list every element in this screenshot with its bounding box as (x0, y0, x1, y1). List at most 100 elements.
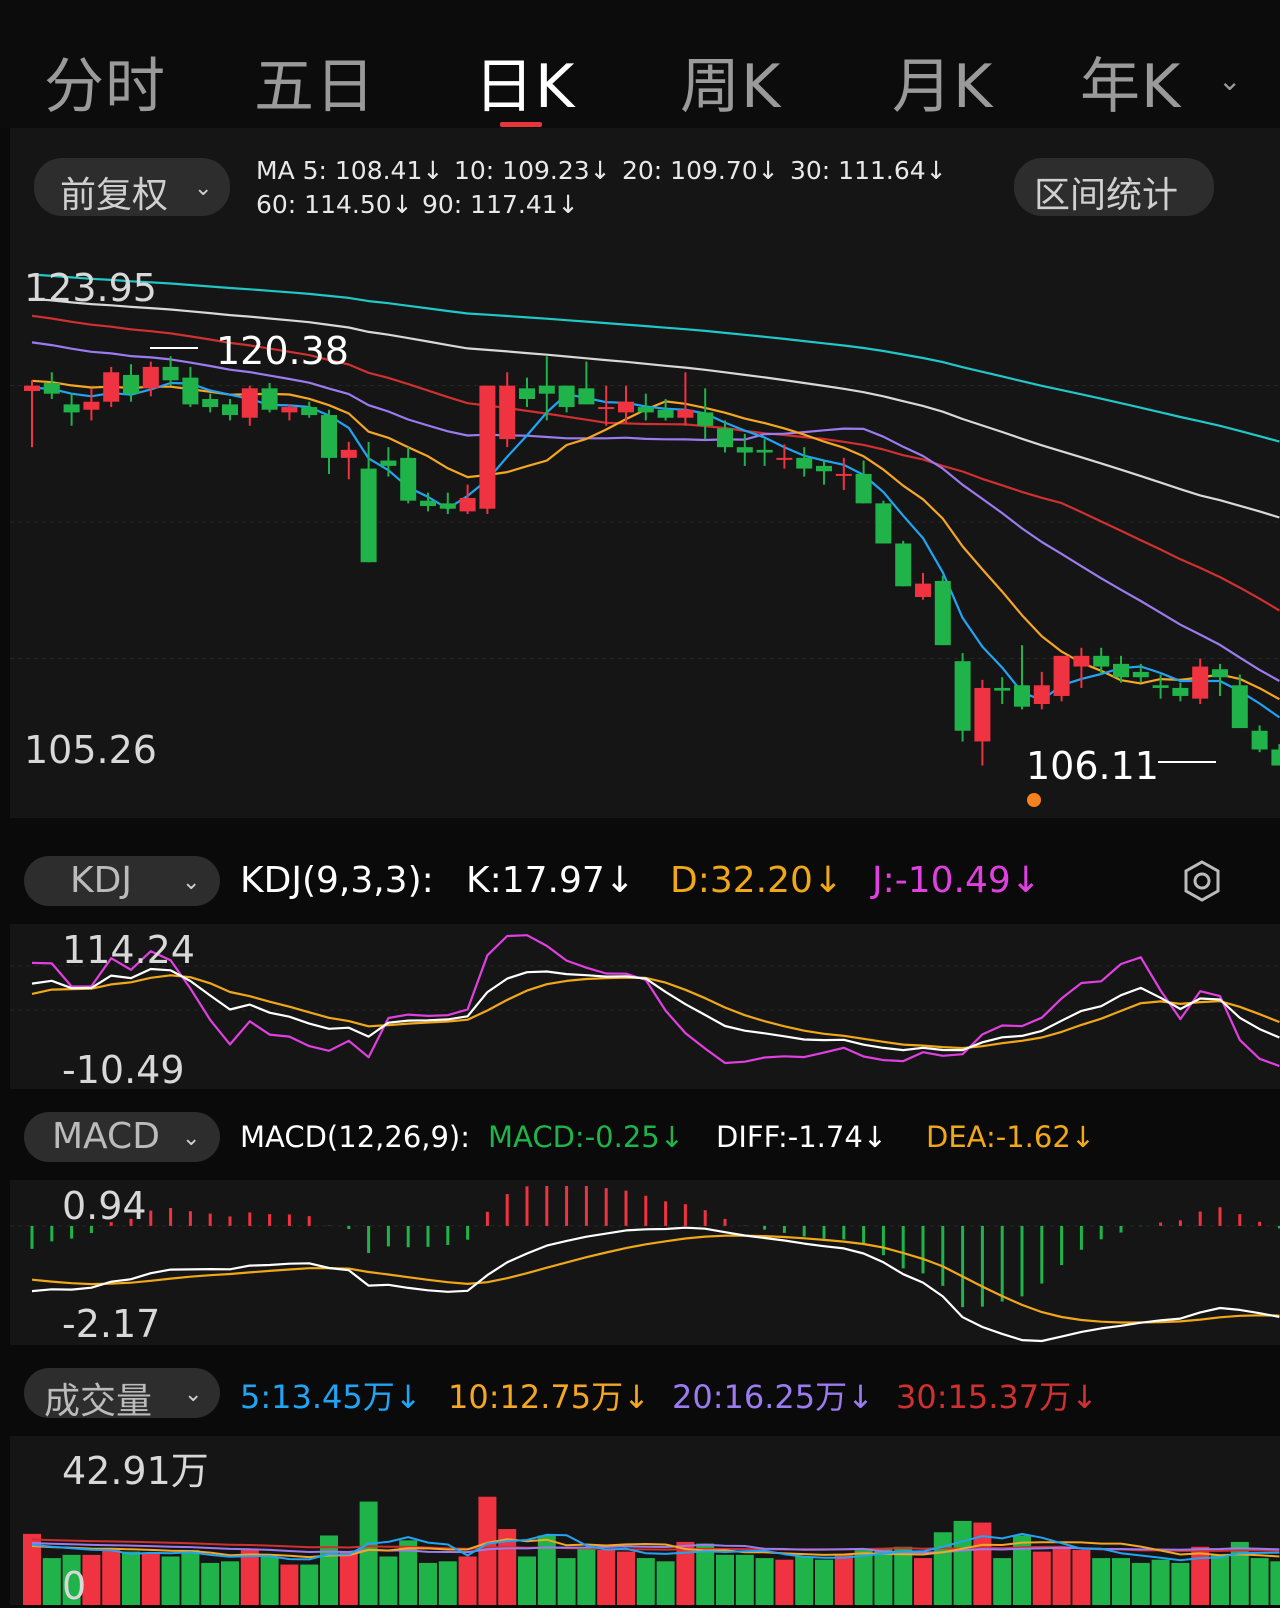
volume-bar (419, 1562, 437, 1605)
high-price-annotation: 120.38 (216, 329, 349, 373)
volume-bar (914, 1558, 932, 1605)
candle-body (1152, 685, 1169, 688)
volume-bar (438, 1561, 457, 1605)
macd-selector[interactable]: MACD ⌄ (24, 1112, 220, 1162)
candle-body (1073, 655, 1090, 667)
macd-axis-high: 0.94 (62, 1184, 147, 1228)
volume-ma30: 30:15.37万↓ (896, 1378, 1098, 1416)
candle-body (281, 407, 298, 413)
volume-ma10: 10:12.75万↓ (448, 1378, 650, 1416)
candlestick-chart[interactable] (10, 128, 1280, 818)
candle-body (241, 388, 258, 418)
candle-body (63, 404, 80, 413)
candle-body (736, 447, 753, 453)
volume-bar (973, 1522, 992, 1605)
volume-selector[interactable]: 成交量 ⌄ (24, 1368, 220, 1422)
tab-weekly-k[interactable]: 周K (680, 38, 781, 125)
volume-bar (1013, 1535, 1031, 1605)
candle-body (1251, 730, 1268, 750)
candle-body (321, 415, 337, 458)
kdj-selector-label: KDJ (70, 860, 132, 901)
volume-bar (260, 1556, 279, 1605)
candle-body (182, 377, 199, 405)
macd-panel: 0.94 -2.17 (10, 1180, 1280, 1346)
candle-body (895, 543, 912, 587)
volume-bar (240, 1550, 259, 1605)
volume-bar (735, 1554, 754, 1605)
settings-icon[interactable] (1180, 858, 1224, 904)
volume-bar (1112, 1558, 1130, 1605)
volume-axis-high: 42.91万 (62, 1449, 209, 1493)
candle-body (934, 580, 951, 646)
tab-monthly-k[interactable]: 月K (892, 38, 993, 125)
macd-dea-line (31, 1234, 1280, 1324)
candle-body (24, 385, 40, 391)
volume-bar (775, 1559, 794, 1605)
kdj-selector[interactable]: KDJ ⌄ (24, 856, 220, 906)
volume-bar (1270, 1561, 1280, 1605)
volume-bar (161, 1556, 180, 1605)
volume-selector-label: 成交量 (44, 1381, 153, 1422)
candle-body (420, 500, 436, 507)
candle-body (519, 388, 535, 400)
candle-body (360, 468, 377, 563)
candle-body (1033, 685, 1050, 704)
kdj-axis-high: 114.24 (62, 928, 195, 972)
candle-body (538, 385, 555, 394)
volume-bar (696, 1543, 715, 1605)
candle-body (816, 465, 832, 472)
macd-chart[interactable] (10, 1180, 1280, 1345)
volume-bar (1131, 1562, 1150, 1605)
chevron-down-icon[interactable]: ⌄ (1218, 64, 1241, 97)
volume-bar (339, 1551, 358, 1605)
candle-body (835, 473, 852, 476)
ma10-line (31, 379, 1280, 701)
candle-body (261, 388, 278, 410)
volume-bar (636, 1558, 655, 1605)
volume-bar (320, 1535, 338, 1605)
active-tab-indicator (500, 122, 542, 127)
volume-axis-low: 0 (62, 1564, 87, 1608)
candle-body (954, 661, 971, 731)
volume-bar (537, 1535, 556, 1605)
price-axis-high: 123.95 (24, 266, 157, 310)
candle-body (637, 407, 654, 413)
candle-body (1172, 687, 1189, 696)
tab-intraday[interactable]: 分时 (44, 38, 166, 125)
kdj-k-value: K:17.97↓ (466, 860, 635, 901)
candle-body (459, 498, 476, 512)
candle-body (1093, 655, 1110, 667)
volume-bar (557, 1558, 576, 1605)
volume-bar (458, 1556, 477, 1605)
volume-bar (1092, 1558, 1111, 1605)
candle-body (598, 407, 615, 410)
kdj-chart[interactable] (10, 924, 1280, 1089)
tab-daily-k[interactable]: 日K (474, 38, 575, 125)
volume-bar (221, 1561, 239, 1605)
candle-body (142, 366, 159, 389)
candle-body (439, 503, 456, 509)
kdj-params: KDJ(9,3,3): (240, 860, 434, 901)
volume-bar (993, 1558, 1012, 1605)
candle-body (202, 399, 219, 408)
candle-body (103, 372, 120, 402)
macd-params: MACD(12,26,9): (240, 1120, 471, 1154)
volume-bar (597, 1550, 616, 1605)
volume-bar (1191, 1546, 1210, 1605)
candle-body (1231, 685, 1248, 729)
candle-body (222, 404, 238, 416)
volume-bar (933, 1532, 952, 1605)
candle-body (1113, 663, 1129, 678)
price-panel: 前复权 ⌄ MA 5: 108.41↓ 10: 109.23↓ 20: 109.… (10, 128, 1280, 818)
tab-yearly-k[interactable]: 年K (1080, 38, 1181, 125)
kdj-d-value: D:32.20↓ (670, 860, 844, 901)
volume-bar (577, 1548, 596, 1605)
volume-ma5: 5:13.45万↓ (240, 1378, 422, 1416)
candle-body (657, 409, 674, 418)
candle-body (974, 687, 991, 742)
candle-body (1271, 749, 1280, 766)
tab-five-day[interactable]: 五日 (254, 38, 376, 125)
volume-bar (795, 1556, 814, 1605)
chevron-down-icon: ⌄ (182, 870, 201, 895)
volume-bar (1052, 1548, 1071, 1605)
